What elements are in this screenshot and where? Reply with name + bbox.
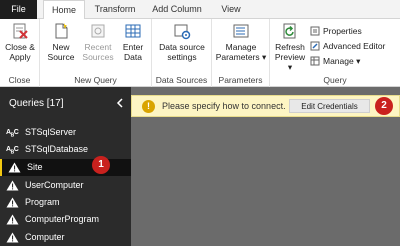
refresh-preview-button[interactable]: Refresh Preview ▾ bbox=[272, 22, 308, 72]
group-close: Close & Apply Close bbox=[0, 19, 40, 87]
group-label-parameters: Parameters bbox=[218, 75, 263, 85]
new-source-icon bbox=[55, 23, 68, 39]
properties-button[interactable]: Properties bbox=[310, 25, 362, 37]
abc-parameter-icon: ABC bbox=[6, 129, 19, 139]
manage-parameters-icon bbox=[233, 24, 249, 38]
query-item-stsqldatabase[interactable]: ABC STSqlDatabase bbox=[0, 141, 131, 158]
annotation-badge-2: 2 bbox=[375, 97, 393, 115]
group-label-close: Close bbox=[8, 75, 31, 85]
manage-parameters-button[interactable]: Manage Parameters ▾ bbox=[214, 22, 268, 62]
query-item-site[interactable]: Site bbox=[0, 159, 131, 176]
warning-icon bbox=[6, 197, 19, 208]
warning-icon bbox=[6, 232, 19, 243]
warning-icon bbox=[6, 214, 19, 225]
manage-button[interactable]: Manage ▾ bbox=[310, 55, 360, 67]
tab-home[interactable]: Home bbox=[43, 0, 85, 20]
warning-icon bbox=[8, 162, 21, 173]
properties-icon bbox=[310, 26, 320, 36]
annotation-badge-1: 1 bbox=[92, 156, 110, 174]
tab-add-column[interactable]: Add Column bbox=[146, 0, 208, 19]
group-label-new-query: New Query bbox=[74, 75, 117, 85]
recent-sources-button[interactable]: Recent Sources bbox=[80, 22, 116, 62]
advanced-editor-icon bbox=[310, 41, 320, 51]
ribbon: Close & Apply Close New Source Recent So… bbox=[0, 19, 400, 87]
group-parameters: Manage Parameters ▾ Parameters bbox=[212, 19, 270, 87]
queries-pane: Queries [17] ABC STSqlServer ABC STSqlDa… bbox=[0, 87, 131, 246]
ribbon-tabs: File Home Transform Add Column View bbox=[0, 0, 400, 20]
collapse-pane-icon[interactable] bbox=[115, 98, 125, 108]
query-item-computerprogram[interactable]: ComputerProgram bbox=[0, 211, 131, 228]
warning-icon bbox=[6, 180, 19, 191]
query-item-computer[interactable]: Computer bbox=[0, 229, 131, 246]
query-item-program[interactable]: Program bbox=[0, 194, 131, 211]
edit-credentials-button[interactable]: Edit Credentials bbox=[289, 99, 370, 113]
warning-message: Please specify how to connect. bbox=[162, 101, 286, 111]
enter-data-button[interactable]: Enter Data bbox=[118, 22, 148, 62]
data-source-settings-icon bbox=[174, 24, 191, 40]
abc-parameter-icon: ABC bbox=[6, 146, 19, 156]
close-apply-icon bbox=[13, 23, 28, 39]
group-label-query: Query bbox=[323, 75, 347, 85]
manage-icon bbox=[310, 56, 320, 66]
new-source-button[interactable]: New Source bbox=[44, 22, 78, 62]
tab-view[interactable]: View bbox=[216, 0, 246, 19]
credentials-warning-bar: ! Please specify how to connect. Edit Cr… bbox=[131, 95, 400, 117]
queries-pane-title: Queries [17] bbox=[9, 98, 64, 109]
group-label-data-sources: Data Sources bbox=[155, 75, 208, 85]
recent-sources-icon bbox=[91, 24, 105, 38]
group-query: Refresh Preview ▾ Properties Advanced Ed… bbox=[270, 19, 400, 87]
data-source-settings-button[interactable]: Data source settings bbox=[154, 22, 210, 62]
query-item-stsqlserver[interactable]: ABC STSqlServer bbox=[0, 124, 131, 141]
tab-transform[interactable]: Transform bbox=[92, 0, 138, 19]
close-apply-button[interactable]: Close & Apply bbox=[2, 22, 38, 62]
advanced-editor-button[interactable]: Advanced Editor bbox=[310, 40, 385, 52]
query-item-usercomputer[interactable]: UserComputer bbox=[0, 177, 131, 194]
group-data-sources: Data source settings Data Sources bbox=[152, 19, 212, 87]
enter-data-icon bbox=[125, 24, 141, 38]
tab-file[interactable]: File bbox=[0, 0, 37, 19]
group-new-query: New Source Recent Sources Enter Data New… bbox=[40, 19, 152, 87]
warning-icon: ! bbox=[142, 100, 155, 113]
refresh-icon bbox=[283, 23, 296, 39]
